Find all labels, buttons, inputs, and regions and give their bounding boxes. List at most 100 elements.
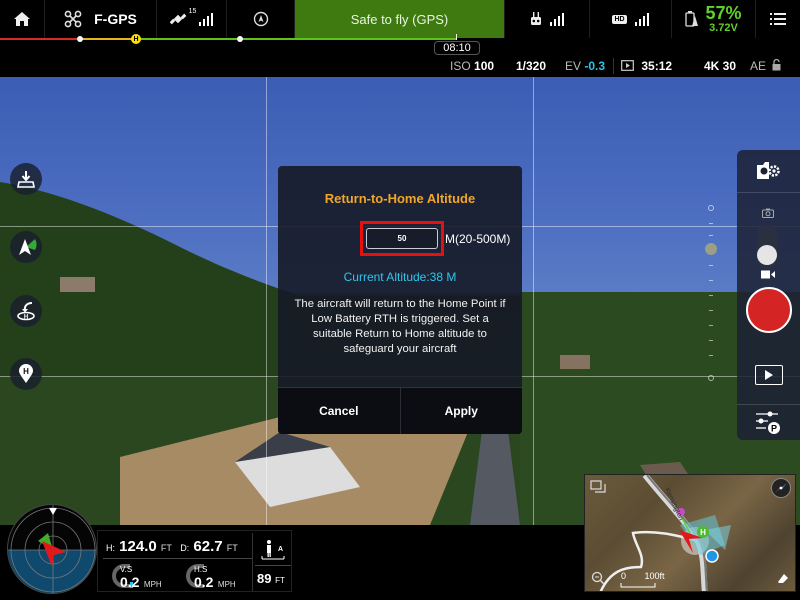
focus-slider[interactable]	[705, 205, 717, 381]
dialog-button-row: Cancel Apply	[278, 387, 522, 434]
hd-video-link-icon: HD	[612, 14, 627, 24]
gps-status[interactable]: 15	[157, 0, 227, 38]
focus-tick	[709, 280, 713, 281]
vs-value: 0.2	[120, 574, 140, 590]
camera-params-icon: P	[756, 411, 780, 434]
battery-percent: 57%	[705, 3, 742, 23]
exposure-value[interactable]: EV -0.3	[565, 59, 605, 73]
camera-parameters-bar[interactable]: ISO 100 1/320 EV -0.3 35:12 4K 30 AE	[0, 55, 800, 77]
panel-divider	[737, 404, 800, 405]
height-value: 124.0	[119, 538, 157, 555]
record-button[interactable]	[746, 287, 792, 333]
map-compass-button[interactable]	[771, 478, 791, 498]
minimap-graphic: H Kensington	[599, 475, 731, 591]
svg-text:P: P	[771, 424, 777, 434]
home-point-pin-icon: H	[19, 364, 33, 383]
map-toggle-icon	[590, 480, 606, 493]
focus-slider-handle[interactable]	[705, 243, 717, 255]
apply-button[interactable]: Apply	[399, 388, 523, 434]
remote-controller-icon	[531, 12, 541, 25]
focus-tick	[709, 310, 713, 311]
iso-setting[interactable]: ISO 100	[450, 59, 494, 73]
cancel-button[interactable]: Cancel	[278, 388, 400, 434]
hd-signal-bars	[634, 12, 649, 26]
map-zoom-icon	[591, 571, 605, 585]
battery-voltage: 3.72V	[709, 22, 738, 34]
rc-signal-bars	[550, 12, 564, 26]
focus-tick	[709, 223, 713, 224]
telemetry-divider	[103, 558, 253, 559]
video-resolution[interactable]: 4K 30	[704, 59, 736, 73]
hd-link-signal[interactable]: HD	[590, 0, 672, 38]
scale-start: 0	[621, 571, 627, 581]
focus-slider-top	[708, 205, 714, 211]
flight-mode-indicator[interactable]: F-GPS	[45, 0, 157, 38]
battery-icon	[685, 11, 699, 27]
focus-tick	[709, 325, 713, 326]
flight-mode-text: F-GPS	[94, 11, 137, 27]
return-to-home-button[interactable]: H	[10, 295, 42, 327]
battery-critical-segment	[0, 38, 80, 40]
svg-text:A: A	[278, 546, 283, 553]
focus-tick	[709, 340, 713, 341]
battery-normal-segment	[136, 38, 456, 40]
home-icon	[14, 12, 30, 26]
input-highlight-box	[360, 221, 444, 256]
camera-settings-icon	[757, 162, 780, 179]
horizontal-speed-readout: H.S 0.2 MPH	[194, 565, 236, 592]
sd-card-status[interactable]: 35:12	[621, 59, 672, 73]
map-zoom-button[interactable]	[589, 569, 607, 587]
flight-status[interactable]: Safe to fly (GPS)	[295, 0, 505, 38]
focus-tick	[709, 235, 713, 236]
obstacle-sensing-status[interactable]	[227, 0, 295, 38]
map-toggle-button[interactable]	[587, 477, 609, 497]
focus-tick	[709, 355, 713, 356]
photo-mode-icon[interactable]	[762, 208, 774, 218]
home-point-button[interactable]: H	[10, 358, 42, 390]
hs-label: H.S	[194, 565, 208, 574]
photo-video-toggle-knob[interactable]	[757, 245, 777, 265]
vision-positioning-altitude: A 89 FT	[252, 533, 292, 591]
rth-altitude-input[interactable]	[366, 228, 438, 249]
hs-value: 0.2	[194, 574, 214, 590]
remaining-flight-time: 08:10	[434, 41, 480, 55]
top-status-bar: F-GPS 15 Safe to fly (GPS) HD 57% 3.72V	[0, 0, 800, 38]
vertical-speed-readout: V.S 0.2 MPH	[120, 565, 162, 592]
svg-text:H: H	[23, 367, 29, 376]
vision-positioning-icon: A	[261, 540, 285, 560]
height-unit: FT	[160, 543, 172, 553]
shutter-speed[interactable]: 1/320	[516, 59, 546, 73]
map-scale: 0 100ft	[621, 571, 665, 581]
current-time-marker	[456, 34, 457, 40]
obstacle-sensing-icon	[253, 11, 268, 27]
home-return-marker: H	[131, 34, 141, 44]
gps-signal-bars	[199, 12, 214, 26]
vs-label: V.S	[120, 565, 133, 574]
auto-takeoff-landing-button[interactable]	[10, 163, 42, 195]
grid-line-vertical-1	[266, 77, 267, 525]
playback-button[interactable]	[755, 365, 783, 385]
dialog-description: The aircraft will return to the Home Poi…	[294, 298, 506, 355]
radar-graphic	[8, 505, 96, 593]
grid-line-vertical-2	[533, 77, 534, 525]
battery-low-segment	[80, 38, 136, 40]
distance-label: D:	[180, 543, 190, 553]
height-distance-readout: H: 124.0 FT D: 62.7 FT	[106, 538, 238, 555]
video-mode-icon[interactable]	[761, 270, 775, 279]
camera-params-button[interactable]: P	[754, 410, 782, 436]
battery-status[interactable]: 57% 3.72V	[672, 0, 756, 38]
current-altitude: Current Altitude:38 M	[343, 270, 457, 284]
attitude-radar[interactable]	[7, 504, 97, 594]
dialog-title: Return-to-Home Altitude	[324, 191, 476, 206]
menu-button[interactable]	[756, 0, 800, 38]
flight-status-text: Safe to fly (GPS)	[350, 11, 449, 27]
critical-threshold-marker	[77, 36, 83, 42]
navigation-arrow-icon	[19, 239, 37, 255]
camera-settings-button[interactable]	[755, 160, 781, 182]
minimap[interactable]: H Kensington 0 100ft	[584, 474, 796, 592]
clear-path-button[interactable]	[775, 571, 791, 587]
intelligent-flight-mode-button[interactable]	[10, 231, 42, 263]
ae-lock[interactable]: AE	[750, 58, 781, 73]
home-button[interactable]	[0, 0, 45, 38]
rc-signal[interactable]	[505, 0, 590, 38]
